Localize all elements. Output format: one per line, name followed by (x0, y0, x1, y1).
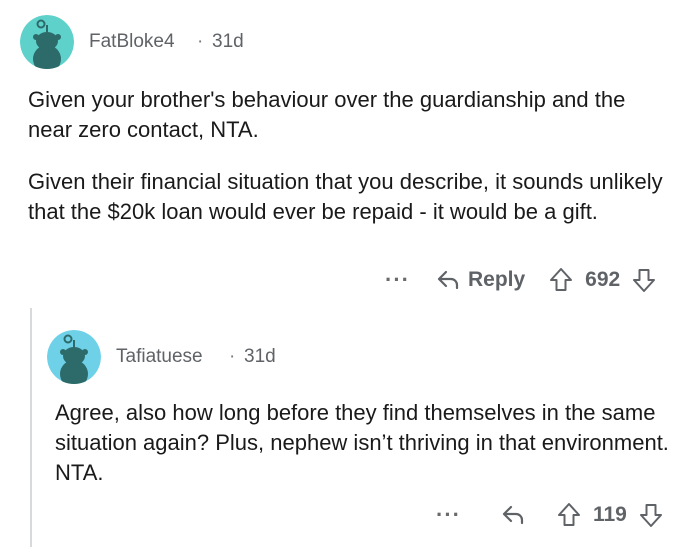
comment-actions: ··· Reply 692 (385, 264, 656, 296)
comment-timestamp: 31d (212, 31, 244, 52)
meta-separator: · (197, 31, 204, 52)
snoo-avatar-icon (20, 15, 74, 69)
reply-label: Reply (467, 268, 526, 291)
reply-arrow-icon[interactable] (501, 504, 525, 526)
vote-count: 119 (592, 503, 627, 526)
vote-count: 692 (585, 268, 621, 291)
meta-separator: · (229, 346, 236, 367)
comment-actions: ··· 119 (436, 499, 663, 531)
comment-timestamp: 31d (244, 346, 276, 367)
avatar[interactable] (20, 15, 74, 69)
comment-paragraph: Agree, also how long before they find th… (55, 400, 669, 485)
reply-button[interactable]: Reply (436, 268, 525, 292)
avatar[interactable] (47, 330, 101, 384)
comment-author[interactable]: FatBloke4 (89, 31, 175, 53)
upvote-arrow-icon[interactable] (557, 502, 581, 528)
thread-line[interactable] (30, 308, 32, 547)
downvote-arrow-icon[interactable] (639, 502, 663, 528)
snoo-avatar-icon (47, 330, 101, 384)
comment-author[interactable]: Tafiatuese (116, 346, 203, 368)
more-dots-icon[interactable]: ··· (436, 502, 461, 528)
comment-paragraph: Given their financial situation that you… (28, 169, 663, 224)
comment-paragraph: Given your brother's behaviour over the … (28, 87, 626, 142)
reply-arrow-icon (437, 270, 459, 290)
downvote-arrow-icon[interactable] (632, 267, 656, 293)
more-dots-icon[interactable]: ··· (385, 267, 410, 293)
upvote-arrow-icon[interactable] (549, 267, 573, 293)
